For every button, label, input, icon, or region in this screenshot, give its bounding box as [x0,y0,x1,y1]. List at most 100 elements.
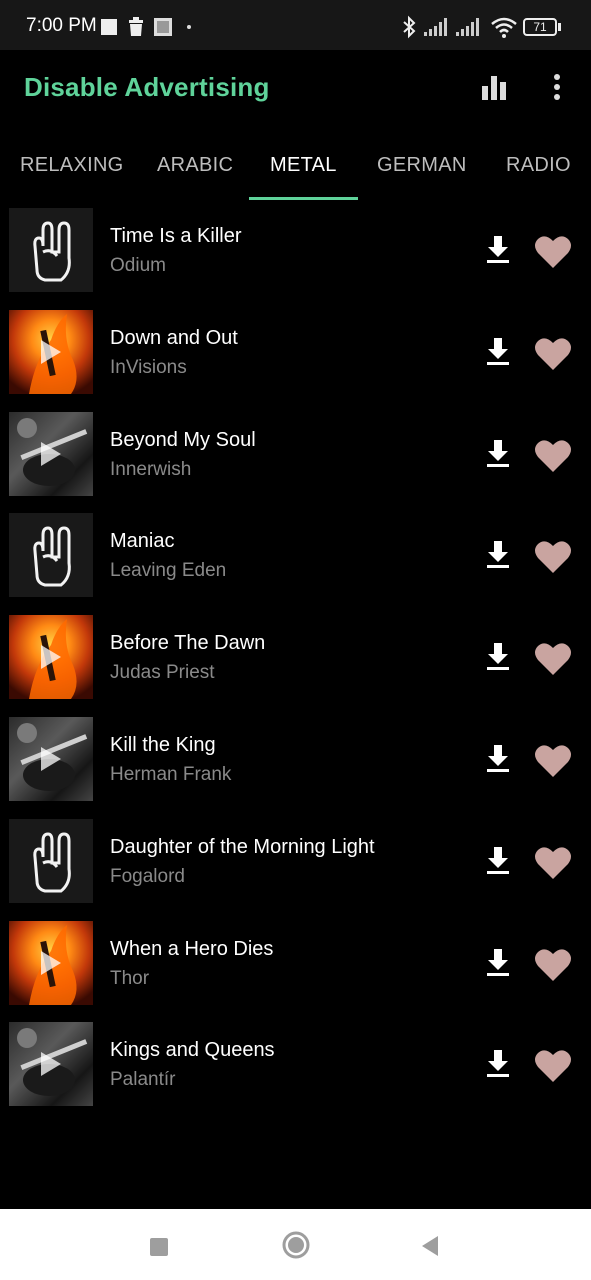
app-bar: Disable Advertising [0,50,591,130]
more-options-button[interactable] [537,70,577,110]
song-row[interactable]: Time Is a Killer Odium [0,208,591,294]
song-title: Time Is a Killer [110,225,242,247]
tab-arabic[interactable]: ARABIC [157,154,233,177]
dot-icon [187,25,191,29]
bluetooth-icon [403,15,416,39]
rock-hand-icon [33,832,71,893]
album-thumbnail[interactable] [9,819,93,903]
download-icon [487,847,509,874]
home-icon [282,1231,310,1259]
song-title: Kill the King [110,734,216,756]
play-overlay-icon [41,645,61,669]
song-title: Daughter of the Morning Light [110,836,375,858]
favorite-button[interactable] [533,945,573,983]
play-overlay-icon [41,1052,61,1076]
favorite-button[interactable] [533,232,573,270]
download-button[interactable] [482,539,514,571]
play-overlay-icon [41,442,61,466]
favorite-button[interactable] [533,843,573,881]
song-title: Kings and Queens [110,1039,275,1061]
favorite-button[interactable] [533,639,573,677]
play-overlay-icon [41,951,61,975]
song-row[interactable]: Kings and Queens Palantír [0,1022,591,1108]
heart-icon [535,541,571,573]
download-icon [487,541,509,568]
heart-icon [535,643,571,675]
song-title: When a Hero Dies [110,938,274,960]
heart-icon [535,847,571,879]
play-overlay-icon [41,747,61,771]
image-notification-icon [154,18,172,36]
download-button[interactable] [482,234,514,266]
favorite-button[interactable] [533,436,573,474]
heart-icon [535,236,571,268]
song-artist: Innerwish [110,459,192,480]
download-button[interactable] [482,845,514,877]
notification-square-icon [101,19,117,35]
album-thumbnail[interactable] [9,921,93,1005]
category-tabs: RELAXING ARABIC METAL GERMAN RADIO [0,134,591,200]
song-row[interactable]: Maniac Leaving Eden [0,513,591,599]
system-nav-bar [0,1209,591,1280]
app-title: Disable Advertising [24,72,270,102]
rock-hand-icon [33,526,71,587]
favorite-button[interactable] [533,741,573,779]
song-artist: Herman Frank [110,764,232,785]
heart-icon [535,440,571,472]
heart-icon [535,745,571,777]
tab-relaxing[interactable]: RELAXING [20,154,124,177]
heart-icon [535,949,571,981]
download-button[interactable] [482,641,514,673]
tab-metal[interactable]: METAL [270,154,337,177]
song-artist: Leaving Eden [110,560,227,581]
trash-icon [129,17,143,36]
song-title: Maniac [110,530,175,552]
recents-button[interactable] [146,1234,176,1264]
download-icon [487,236,509,263]
battery-indicator: 71 [523,18,557,36]
song-row[interactable]: Beyond My Soul Innerwish [0,412,591,498]
album-thumbnail[interactable] [9,1022,93,1106]
album-thumbnail[interactable] [9,717,93,801]
status-time: 7:00 PM [26,15,97,36]
download-button[interactable] [482,336,514,368]
download-icon [487,440,509,467]
favorite-button[interactable] [533,1046,573,1084]
favorite-button[interactable] [533,334,573,372]
heart-icon [535,338,571,370]
download-icon [487,1050,509,1077]
download-icon [487,949,509,976]
song-row[interactable]: When a Hero Dies Thor [0,921,591,1007]
album-thumbnail[interactable] [9,513,93,597]
download-button[interactable] [482,438,514,470]
song-row[interactable]: Before The Dawn Judas Priest [0,615,591,701]
heart-icon [535,1050,571,1082]
download-button[interactable] [482,1048,514,1080]
song-row[interactable]: Daughter of the Morning Light Fogalord [0,819,591,905]
battery-tip [558,23,561,31]
download-icon [487,643,509,670]
back-button[interactable] [416,1232,446,1262]
song-artist: Palantír [110,1069,176,1090]
status-bar: 7:00 PM 71 [0,0,591,50]
song-row[interactable]: Down and Out InVisions [0,310,591,396]
favorite-button[interactable] [533,537,573,575]
signal-icon [424,18,447,36]
tab-radio[interactable]: RADIO [506,154,571,177]
album-thumbnail[interactable] [9,412,93,496]
download-button[interactable] [482,947,514,979]
song-title: Down and Out [110,327,238,349]
download-icon [487,745,509,772]
download-button[interactable] [482,743,514,775]
album-thumbnail[interactable] [9,310,93,394]
album-thumbnail[interactable] [9,208,93,292]
wifi-icon [491,17,517,38]
song-artist: Thor [110,968,150,989]
home-button[interactable] [280,1229,310,1259]
equalizer-button[interactable] [474,70,514,110]
song-artist: InVisions [110,357,187,378]
album-thumbnail[interactable] [9,615,93,699]
song-row[interactable]: Kill the King Herman Frank [0,717,591,803]
tab-german[interactable]: GERMAN [377,154,467,177]
song-title: Before The Dawn [110,632,266,654]
